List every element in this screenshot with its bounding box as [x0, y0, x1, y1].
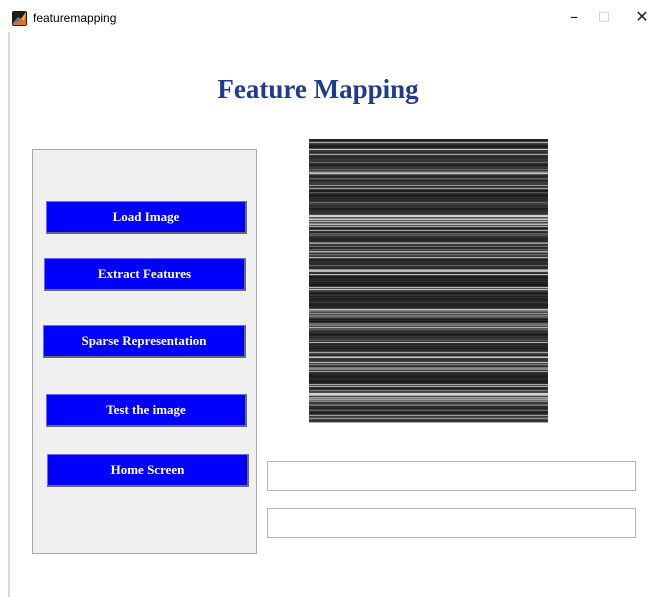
- test-image-button[interactable]: Test the image: [46, 394, 247, 427]
- maximize-button[interactable]: □: [588, 6, 620, 28]
- feature-image-display: [309, 139, 548, 423]
- window-left-border: [8, 28, 10, 597]
- minimize-button[interactable]: –: [558, 6, 590, 28]
- feature-stripes-image: [309, 139, 548, 423]
- matlab-icon: [12, 11, 27, 26]
- output-field-2[interactable]: [267, 508, 636, 538]
- window-title: featuremapping: [33, 11, 117, 25]
- home-screen-button[interactable]: Home Screen: [47, 454, 249, 487]
- extract-features-button[interactable]: Extract Features: [44, 258, 246, 291]
- title-bar: featuremapping – □ ✕: [0, 0, 658, 32]
- close-button[interactable]: ✕: [626, 6, 658, 28]
- load-image-button[interactable]: Load Image: [46, 201, 247, 234]
- output-field-1[interactable]: [267, 461, 636, 491]
- sparse-representation-button[interactable]: Sparse Representation: [43, 325, 246, 358]
- page-title: Feature Mapping: [217, 74, 419, 104]
